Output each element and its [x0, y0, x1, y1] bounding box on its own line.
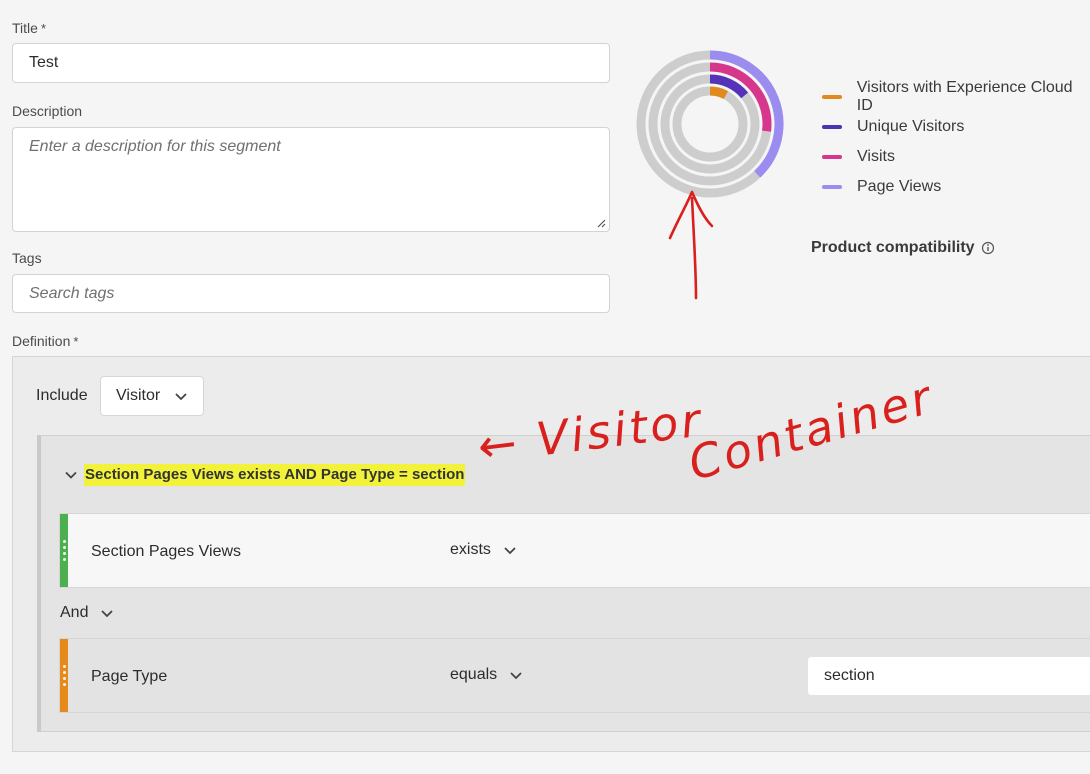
collapse-chevron-icon[interactable] [64, 468, 78, 482]
legend-label: Page Views [857, 178, 942, 195]
tags-label: Tags [12, 250, 42, 266]
conjunction-value: And [60, 604, 89, 621]
title-label: Title * [12, 20, 46, 36]
scope-dropdown[interactable]: Visitor [100, 376, 204, 416]
rule-value-input[interactable]: section [808, 657, 1090, 695]
rule-value-text: section [824, 667, 875, 684]
tags-search-input[interactable] [27, 283, 595, 304]
title-input[interactable] [27, 53, 595, 73]
ring-segment-visitors-with-experience-cloud-id [709, 86, 729, 100]
definition-label: Definition * [12, 333, 78, 349]
chevron-down-icon [175, 393, 187, 401]
product-compatibility-label: Product compatibility [811, 239, 975, 256]
rule-dimension: Page Type [91, 668, 168, 685]
legend-swatch [822, 95, 842, 99]
drag-handle-icon[interactable] [60, 514, 68, 587]
legend-swatch [822, 125, 842, 129]
conjunction-dropdown[interactable]: And [60, 604, 114, 622]
include-label: Include [36, 387, 88, 404]
legend-swatch [822, 185, 842, 189]
legend-label: Visits [857, 148, 895, 165]
title-field[interactable] [12, 43, 610, 83]
legend-item: Visitors with Experience Cloud ID [822, 79, 1090, 114]
compatibility-ring-chart [636, 50, 784, 198]
definition-label-text: Definition [12, 333, 71, 349]
chevron-down-icon [504, 547, 516, 555]
operator-value: exists [450, 541, 491, 558]
chevron-down-icon [101, 610, 114, 618]
rule-dimension: Section Pages Views [91, 543, 242, 560]
drag-handle-icon[interactable] [60, 639, 68, 712]
operator-value: equals [450, 666, 498, 683]
operator-dropdown[interactable]: equals [450, 666, 523, 684]
required-marker: * [73, 334, 79, 349]
scope-dropdown-value: Visitor [116, 387, 161, 404]
required-marker: * [40, 21, 46, 36]
legend-label: Unique Visitors [857, 118, 965, 135]
resize-handle-icon[interactable] [596, 218, 606, 228]
container-summary[interactable]: Section Pages Views exists AND Page Type… [84, 464, 466, 486]
description-textarea[interactable] [27, 136, 595, 222]
tags-field[interactable] [12, 274, 610, 313]
legend-label: Visitors with Experience Cloud ID [856, 79, 1073, 114]
info-icon[interactable] [981, 241, 995, 255]
chevron-down-icon [510, 672, 522, 680]
product-compatibility: Product compatibility [811, 239, 995, 257]
annotation-up-arrow [668, 190, 714, 300]
legend-item: Visits [822, 147, 895, 167]
legend-swatch [822, 155, 842, 159]
legend-item: Page Views [822, 177, 941, 197]
legend-item: Unique Visitors [822, 117, 964, 137]
description-label: Description [12, 103, 83, 119]
description-field[interactable] [12, 127, 610, 232]
operator-dropdown[interactable]: exists [450, 541, 517, 559]
ring-track [672, 86, 748, 162]
title-label-text: Title [12, 20, 38, 36]
